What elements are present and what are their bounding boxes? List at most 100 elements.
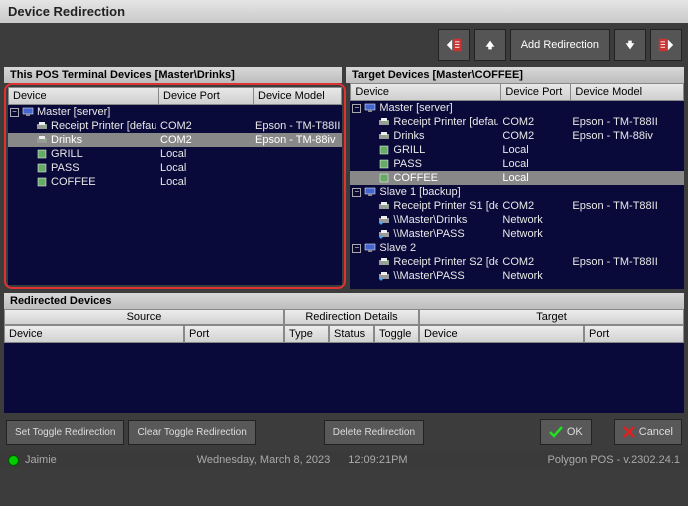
tree-row[interactable]: Receipt Printer [default]COM2Epson - TM-…: [350, 115, 684, 129]
ok-button[interactable]: OK: [540, 419, 592, 445]
set-toggle-button[interactable]: Set Toggle Redirection: [6, 420, 124, 445]
dev-icon: [36, 149, 48, 159]
column-header[interactable]: Port: [584, 325, 684, 343]
tree-row[interactable]: \\Master\PASSNetwork: [350, 227, 684, 241]
device-port: COM2: [158, 120, 253, 132]
tree-row[interactable]: Drinks COM2Epson - TM-88iv: [350, 129, 684, 143]
device-port: Local: [158, 176, 253, 188]
device-name: GRILL: [51, 148, 83, 160]
nav-last-button[interactable]: [650, 29, 682, 61]
window-title: Device Redirection: [0, 0, 688, 23]
column-header[interactable]: Device Model: [254, 88, 341, 104]
tree-row[interactable]: \\Master\DrinksNetwork: [350, 213, 684, 227]
device-port: COM2: [500, 200, 570, 212]
add-redirection-button[interactable]: Add Redirection: [510, 29, 610, 61]
redirected-list[interactable]: [4, 343, 684, 413]
tree-row[interactable]: Receipt Printer [default]COM2Epson - TM-…: [8, 119, 342, 133]
target-devices-pane: DeviceDevice PortDevice Model − Master [s…: [350, 83, 684, 289]
device-port: Network: [500, 214, 570, 226]
prt-icon: [378, 201, 390, 211]
add-redirection-label: Add Redirection: [521, 39, 599, 51]
net-icon: [378, 271, 390, 281]
nav-first-button[interactable]: [438, 29, 470, 61]
srv-icon: [364, 103, 376, 113]
group-header: Target: [419, 309, 684, 325]
device-port: Local: [500, 158, 570, 170]
source-devices-pane: DeviceDevice PortDevice Model −Master [s…: [4, 83, 346, 289]
device-name: COFFEE: [51, 176, 96, 188]
tree-row[interactable]: PASS Local: [8, 161, 342, 175]
prt-icon: [36, 135, 48, 145]
column-header[interactable]: Port: [184, 325, 284, 343]
device-name: Slave 2: [379, 242, 416, 254]
clear-toggle-button[interactable]: Clear Toggle Redirection: [128, 420, 255, 445]
device-name: Drinks: [51, 134, 82, 146]
tree-row[interactable]: \\Master\PASS Network: [350, 269, 684, 283]
group-header: Redirection Details: [284, 309, 419, 325]
tree-row[interactable]: DrinksCOM2Epson - TM-88iv: [8, 133, 342, 147]
dev-icon: [378, 159, 390, 169]
device-port: Network: [500, 228, 570, 240]
right-column-headers: DeviceDevice PortDevice Model: [350, 83, 684, 101]
device-name: Drinks: [393, 130, 424, 142]
column-header[interactable]: Device: [9, 88, 159, 104]
tree-row[interactable]: PASSLocal: [350, 157, 684, 171]
tree-row[interactable]: − Slave 2: [350, 241, 684, 255]
redirected-group-headers: SourceRedirection DetailsTarget: [4, 309, 684, 325]
column-header[interactable]: Device: [4, 325, 184, 343]
device-port: Local: [500, 172, 570, 184]
device-name: Receipt Printer [default]: [393, 116, 498, 128]
ok-label: OK: [567, 426, 583, 438]
device-port: Network: [500, 270, 570, 282]
device-name: \\Master\PASS: [393, 270, 464, 282]
srv-icon: [22, 107, 34, 117]
device-port: Local: [500, 144, 570, 156]
move-up-button[interactable]: [474, 29, 506, 61]
expand-toggle-icon[interactable]: −: [10, 108, 19, 117]
tree-row[interactable]: − Slave 1 [backup]: [350, 185, 684, 199]
status-date: Wednesday, March 8, 2023: [197, 454, 331, 466]
delete-redirection-button[interactable]: Delete Redirection: [324, 420, 424, 445]
device-name: Receipt Printer [default]: [51, 120, 156, 132]
device-model: Epson - TM-88iv: [570, 130, 684, 142]
device-name: Master [server]: [379, 102, 452, 114]
tree-row[interactable]: GRILL Local: [350, 143, 684, 157]
device-port: COM2: [500, 130, 570, 142]
move-down-button[interactable]: [614, 29, 646, 61]
status-indicator-icon: [8, 455, 19, 466]
redirected-title: Redirected Devices: [4, 293, 684, 309]
column-header[interactable]: Status: [329, 325, 374, 343]
column-header[interactable]: Device: [351, 84, 501, 100]
toolbar: Add Redirection: [0, 23, 688, 67]
column-header[interactable]: Toggle: [374, 325, 419, 343]
tree-row[interactable]: Receipt Printer S2 [default]COM2Epson - …: [350, 255, 684, 269]
device-name: Slave 1 [backup]: [379, 186, 460, 198]
dev-icon: [36, 177, 48, 187]
tree-row[interactable]: − Master [server]: [350, 101, 684, 115]
column-header[interactable]: Type: [284, 325, 329, 343]
tree-row[interactable]: Receipt Printer S1 [default]COM2Epson - …: [350, 199, 684, 213]
tree-row[interactable]: GRILLLocal: [8, 147, 342, 161]
cancel-button[interactable]: Cancel: [614, 419, 682, 445]
tree-row[interactable]: −Master [server]: [8, 105, 342, 119]
device-model: Epson - TM-T88II: [570, 256, 684, 268]
expand-toggle-icon[interactable]: −: [352, 104, 361, 113]
column-header[interactable]: Device: [419, 325, 584, 343]
right-tree[interactable]: −Master [server]Receipt Printer [default…: [350, 101, 684, 289]
expand-toggle-icon[interactable]: −: [352, 188, 361, 197]
column-header[interactable]: Device Port: [501, 84, 571, 100]
status-user: Jaimie: [25, 454, 57, 466]
column-header[interactable]: Device Port: [159, 88, 254, 104]
left-tree[interactable]: −Master [server]Receipt Printer [default…: [8, 105, 342, 285]
device-port: Local: [158, 162, 253, 174]
cancel-label: Cancel: [639, 426, 673, 438]
device-name: GRILL: [393, 144, 425, 156]
device-name: Receipt Printer S1 [default]: [393, 200, 498, 212]
tree-row[interactable]: COFFEE Local: [8, 175, 342, 189]
redirected-column-headers: DevicePortTypeStatusToggleDevicePort: [4, 325, 684, 343]
expand-toggle-icon[interactable]: −: [352, 244, 361, 253]
device-name: PASS: [51, 162, 80, 174]
left-column-headers: DeviceDevice PortDevice Model: [8, 87, 342, 105]
tree-row[interactable]: COFFEELocal: [350, 171, 684, 185]
column-header[interactable]: Device Model: [571, 84, 683, 100]
